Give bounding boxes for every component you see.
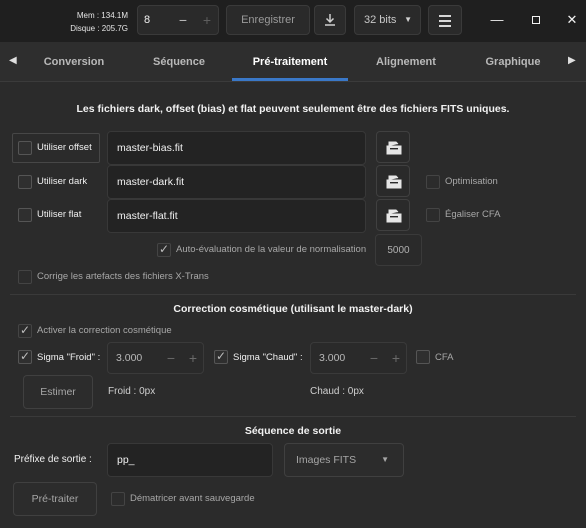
active-tab-indicator — [232, 78, 348, 81]
estimate-button[interactable]: Estimer — [23, 375, 93, 409]
equalize-cfa-label: Égaliser CFA — [445, 209, 501, 220]
xtrans-checkbox[interactable] — [18, 270, 32, 284]
sigma-cold-spinner[interactable]: 3.000 − + — [107, 342, 204, 374]
auto-normalisation-label: Auto-évaluation de la valeur de normalis… — [176, 244, 367, 255]
use-offset-checkbox[interactable] — [18, 141, 32, 155]
divider — [10, 294, 576, 295]
activate-cosmetic-label: Activer la correction cosmétique — [37, 325, 172, 336]
download-icon — [325, 14, 335, 26]
bitdepth-label: 32 bits — [364, 14, 397, 26]
use-flat-label: Utiliser flat — [37, 209, 82, 220]
sigma-cold-value[interactable]: 3.000 — [116, 343, 142, 373]
sigma-hot-checkbox[interactable] — [214, 349, 228, 364]
sigma-hot-spinner[interactable]: 3.000 − + — [310, 342, 407, 374]
tab-graphic[interactable]: Graphique — [468, 42, 558, 82]
debayer-checkbox[interactable] — [111, 492, 125, 506]
sigma-hot-value[interactable]: 3.000 — [319, 343, 345, 373]
optimisation-checkbox[interactable] — [426, 175, 440, 189]
sigma-hot-label: Sigma "Chaud" : — [233, 352, 303, 363]
close-icon: ✕ — [566, 12, 578, 27]
sigma-cold-decrement-button[interactable]: − — [160, 343, 182, 373]
use-offset-label: Utiliser offset — [37, 142, 92, 153]
output-prefix-label: Préfixe de sortie : — [14, 454, 92, 465]
use-flat-checkbox[interactable] — [18, 208, 32, 222]
chevron-down-icon: ▼ — [404, 15, 412, 24]
tab-alignment[interactable]: Alignement — [358, 42, 454, 82]
cfa-label: CFA — [435, 352, 454, 363]
cosmetic-section-title: Correction cosmétique (utilisant le mast… — [173, 303, 413, 315]
divider — [10, 416, 576, 417]
open-file-icon — [386, 141, 402, 155]
use-dark-label: Utiliser dark — [37, 176, 88, 187]
minimize-icon: — — [490, 12, 504, 27]
chevron-down-icon: ▼ — [381, 455, 389, 464]
xtrans-label: Corrige les artefacts des fichiers X-Tra… — [37, 271, 209, 282]
close-button[interactable]: ✕ — [563, 11, 581, 29]
tab-preprocessing[interactable]: Pré-traitement — [232, 42, 348, 82]
disk-usage: Disque : 205.7G — [70, 24, 128, 33]
tab-bar: Conversion Séquence Pré-traitement Align… — [0, 42, 586, 82]
sigma-hot-increment-button[interactable]: + — [385, 343, 407, 373]
tab-scroll-left-icon[interactable]: ◀ — [9, 55, 17, 66]
normalisation-value-field[interactable]: 5000 — [375, 234, 422, 266]
flat-file-field[interactable]: master-flat.fit — [107, 199, 366, 233]
debayer-label: Dématricer avant sauvegarde — [130, 493, 255, 504]
bitdepth-dropdown[interactable]: 32 bits ▼ — [354, 5, 421, 35]
sigma-cold-label: Sigma "Froid" : — [37, 352, 101, 363]
threads-decrement-button[interactable]: − — [172, 6, 194, 34]
save-button[interactable]: Enregistrer — [226, 5, 310, 35]
masters-info-title: Les fichiers dark, offset (bias) et flat… — [76, 103, 510, 115]
use-dark-checkbox[interactable] — [18, 175, 32, 189]
threads-spinner[interactable]: 8 − + — [137, 5, 219, 35]
offset-browse-button[interactable] — [376, 131, 410, 163]
cold-pixels-result: Froid : 0px — [108, 386, 156, 397]
output-prefix-field[interactable]: pp_ — [107, 443, 273, 477]
threads-value[interactable]: 8 — [144, 6, 150, 34]
sigma-hot-decrement-button[interactable]: − — [363, 343, 385, 373]
open-file-icon — [386, 175, 402, 189]
equalize-cfa-checkbox[interactable] — [426, 208, 440, 222]
tab-sequence[interactable]: Séquence — [134, 42, 224, 82]
sigma-cold-increment-button[interactable]: + — [182, 343, 204, 373]
optimisation-label: Optimisation — [445, 176, 498, 187]
maximize-button[interactable] — [527, 11, 545, 29]
threads-increment-button[interactable]: + — [196, 6, 218, 34]
output-section-title: Séquence de sortie — [244, 425, 342, 437]
memory-usage: Mem : 134.1M — [76, 11, 128, 20]
flat-browse-button[interactable] — [376, 199, 410, 231]
cfa-checkbox[interactable] — [416, 350, 430, 364]
menu-button[interactable] — [428, 5, 462, 35]
offset-file-field[interactable]: master-bias.fit — [107, 131, 366, 165]
preprocess-button[interactable]: Pré-traiter — [13, 482, 97, 516]
tab-conversion[interactable]: Conversion — [24, 42, 124, 82]
auto-normalisation-checkbox[interactable] — [157, 242, 171, 257]
download-button[interactable] — [314, 5, 346, 35]
dark-file-field[interactable]: master-dark.fit — [107, 165, 366, 199]
open-file-icon — [386, 209, 402, 223]
dark-browse-button[interactable] — [376, 165, 410, 197]
minimize-button[interactable]: — — [488, 11, 506, 29]
hot-pixels-result: Chaud : 0px — [310, 386, 364, 397]
header-bar: Mem : 134.1M Disque : 205.7G 8 − + Enreg… — [0, 0, 586, 42]
hamburger-menu-icon — [439, 15, 451, 27]
tab-scroll-right-icon[interactable]: ▶ — [568, 55, 576, 66]
activate-cosmetic-checkbox[interactable] — [18, 323, 32, 338]
maximize-icon — [532, 16, 540, 24]
sigma-cold-checkbox[interactable] — [18, 349, 32, 364]
output-format-label: Images FITS — [296, 454, 357, 466]
output-format-dropdown[interactable]: Images FITS ▼ — [284, 443, 404, 477]
